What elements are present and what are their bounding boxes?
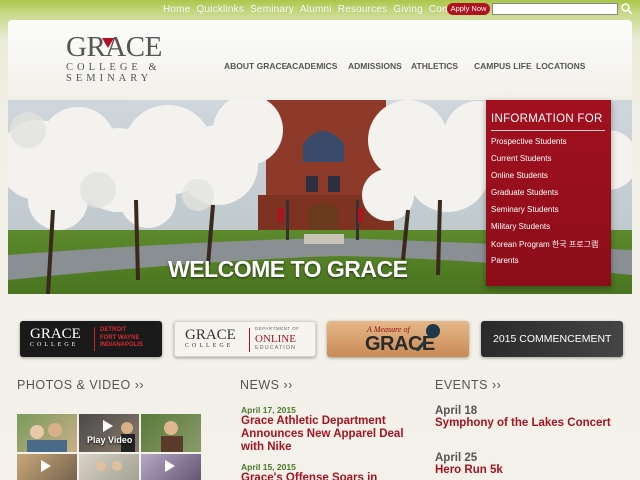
play-icon (41, 460, 51, 472)
nav-link-resources[interactable]: Resources (338, 4, 388, 15)
news-headline[interactable]: Grace's Offense Soars in (241, 472, 411, 480)
promo-2015-commencement[interactable]: 2015 COMMENCEMENT (481, 321, 623, 357)
people-photo-icon (161, 421, 183, 452)
photo-thumbnail[interactable] (141, 414, 201, 452)
photo-thumbnail[interactable] (79, 454, 139, 480)
main-nav-athletics[interactable]: ATHLETICS (411, 61, 458, 71)
people-photo-icon (27, 423, 67, 452)
nav-link-quicklinks[interactable]: Quicklinks (196, 4, 244, 15)
promo-education: EDUCATION (255, 345, 296, 351)
info-link-korean[interactable]: Korean Program 한국 프로그램 (491, 239, 598, 256)
events-heading[interactable]: EVENTS ›› (435, 378, 501, 392)
hero-welcome-text: WELCOME TO GRACE (168, 256, 408, 282)
city-indianapolis: INDIANAPOLIS (100, 342, 144, 348)
news-headline[interactable]: Grace Athletic Department Announces New … (241, 415, 411, 454)
information-for-title: INFORMATION FOR (491, 113, 603, 125)
divider (94, 327, 95, 351)
search-input[interactable] (492, 3, 618, 15)
photo-thumbnail[interactable] (17, 414, 77, 452)
people-photo-icon (96, 461, 122, 471)
play-video-label[interactable]: Play Video (87, 435, 132, 445)
information-for-panel: INFORMATION FOR Prospective Students Cur… (486, 100, 611, 286)
site-header: GRACE COLLEGE & SEMINARY ABOUT GRACE ACA… (8, 20, 632, 100)
nav-link-alumni[interactable]: Alumni (300, 4, 332, 15)
main-nav-locations[interactable]: LOCATIONS (536, 61, 585, 71)
main-nav-about[interactable]: ABOUT GRACE (224, 61, 287, 71)
info-link-prospective[interactable]: Prospective Students (491, 137, 598, 154)
logo-line-seminary: SEMINARY (66, 73, 153, 84)
news-date: April 15, 2015 (241, 462, 296, 472)
event-item[interactable]: April 18 Symphony of the Lakes Concert (435, 405, 615, 430)
site-logo[interactable]: GRACE COLLEGE & SEMINARY (66, 32, 178, 86)
event-date: April 18 (435, 405, 478, 417)
apply-now-button[interactable]: Apply Now (447, 3, 490, 15)
photo-video-grid: Play Video (17, 414, 201, 480)
divider (249, 328, 250, 352)
city-fort-wayne: FORT WAYNE (100, 334, 140, 341)
promo-grace-locations[interactable]: GRACE COLLEGE DETROIT FORT WAYNE INDIANA… (20, 321, 162, 357)
information-for-list: Prospective Students Current Students On… (491, 137, 598, 273)
promo-college-label: COLLEGE (30, 342, 79, 348)
promo-department-of: DEPARTMENT OF (255, 326, 300, 331)
utility-links: Home Quicklinks Seminary Alumni Resource… (163, 4, 471, 15)
main-nav-admissions[interactable]: ADMISSIONS (348, 61, 402, 71)
news-item[interactable]: April 15, 2015 Grace's Offense Soars in (241, 462, 411, 480)
logo-triangle-icon (102, 38, 114, 48)
promo-commencement-label: 2015 COMMENCEMENT (493, 333, 612, 345)
event-title[interactable]: Symphony of the Lakes Concert (435, 417, 615, 430)
promo-college-label: COLLEGE (185, 343, 234, 349)
news-heading[interactable]: NEWS ›› (240, 378, 293, 392)
promo-online-education[interactable]: GRACE COLLEGE DEPARTMENT OF ONLINE EDUCA… (174, 321, 316, 357)
event-title[interactable]: Hero Run 5k (435, 464, 615, 477)
event-item[interactable]: April 25 Hero Run 5k (435, 452, 615, 477)
promo-measure-of-grace[interactable]: A Measure of GRACE (327, 321, 469, 357)
video-thumbnail[interactable] (17, 454, 77, 480)
top-utility-bar: Home Quicklinks Seminary Alumni Resource… (0, 0, 640, 19)
nav-link-giving[interactable]: Giving (393, 4, 423, 15)
search-icon[interactable] (620, 2, 634, 16)
news-item[interactable]: April 17, 2015 Grace Athletic Department… (241, 405, 411, 454)
logo-wordmark: GRACE (66, 31, 162, 63)
info-link-online[interactable]: Online Students (491, 171, 598, 188)
photos-video-heading[interactable]: PHOTOS & VIDEO ›› (17, 378, 144, 392)
promo-grace-logo: GRACE (30, 326, 81, 342)
play-icon (103, 420, 135, 452)
main-nav-campus-life[interactable]: CAMPUS LIFE (474, 61, 532, 71)
event-date: April 25 (435, 452, 478, 464)
main-nav-academics[interactable]: ACADEMICS (286, 61, 337, 71)
tape-measure-icon (415, 324, 440, 351)
nav-link-seminary[interactable]: Seminary (250, 4, 294, 15)
logo-line-college: COLLEGE & (66, 62, 161, 73)
promo-cities: DETROIT FORT WAYNE INDIANAPOLIS (100, 327, 143, 350)
divider (491, 130, 605, 131)
video-thumbnail[interactable] (79, 414, 139, 452)
info-link-parents[interactable]: Parents (491, 256, 598, 273)
promo-grace-logo: GRACE (185, 327, 236, 343)
info-link-graduate[interactable]: Graduate Students (491, 188, 598, 205)
promo-online: ONLINE (255, 333, 296, 345)
nav-link-home[interactable]: Home (163, 4, 190, 15)
info-link-military[interactable]: Military Students (491, 222, 598, 239)
news-date: April 17, 2015 (241, 405, 296, 415)
video-thumbnail[interactable] (141, 454, 201, 480)
play-icon (165, 460, 175, 472)
info-link-current[interactable]: Current Students (491, 154, 598, 171)
info-link-seminary[interactable]: Seminary Students (491, 205, 598, 222)
city-detroit: DETROIT (100, 327, 127, 333)
